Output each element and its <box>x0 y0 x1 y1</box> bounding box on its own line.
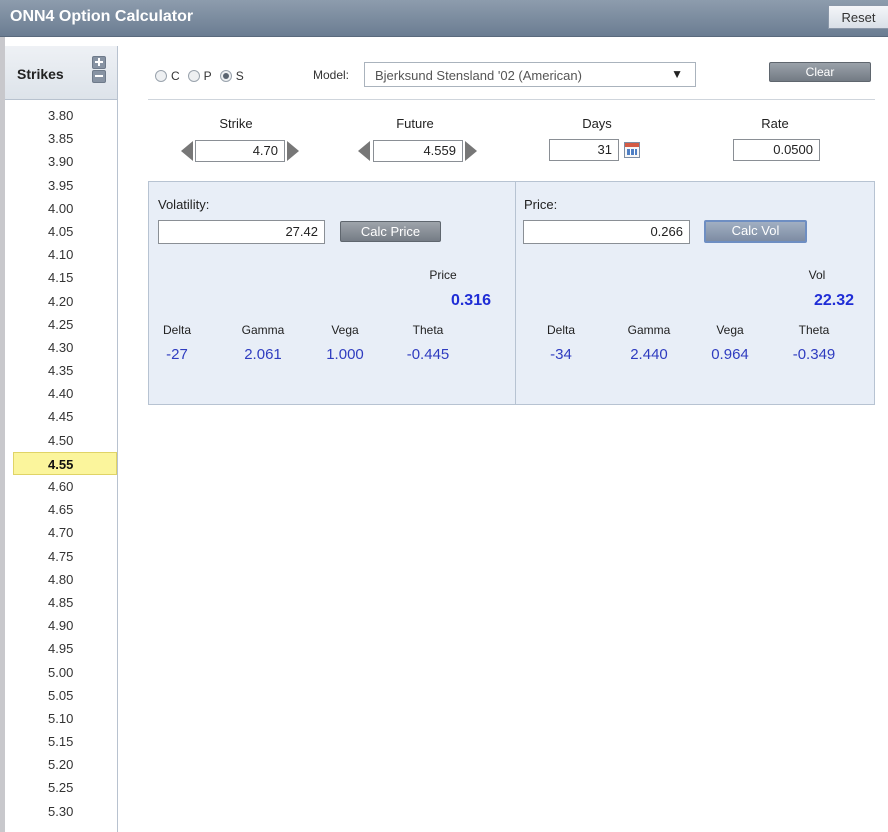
radio-call[interactable] <box>155 70 167 82</box>
strike-row[interactable]: 4.70 <box>5 521 117 544</box>
future-input[interactable]: 4.559 <box>373 140 463 162</box>
days-label: Days <box>582 116 612 131</box>
expand-plus-icon[interactable] <box>92 56 106 69</box>
volatility-label: Volatility: <box>158 197 210 212</box>
price-result-label: Price <box>429 268 457 282</box>
radio-put-label: P <box>203 69 212 83</box>
greek-label-delta: Delta <box>546 323 575 337</box>
future-increment-icon[interactable] <box>465 141 477 161</box>
strike-increment-icon[interactable] <box>287 141 299 161</box>
strike-row[interactable]: 4.00 <box>5 197 117 220</box>
calendar-icon[interactable] <box>624 142 640 158</box>
strike-row[interactable]: 3.95 <box>5 174 117 197</box>
strike-row[interactable]: 4.15 <box>5 266 117 289</box>
strike-row[interactable]: 4.20 <box>5 290 117 313</box>
collapse-minus-icon[interactable] <box>92 70 106 83</box>
strike-decrement-icon[interactable] <box>181 141 193 161</box>
strike-row[interactable]: 5.00 <box>5 661 117 684</box>
strike-row[interactable]: 5.05 <box>5 684 117 707</box>
strike-row[interactable]: 4.50 <box>5 429 117 452</box>
greek-label-gamma: Gamma <box>241 323 285 337</box>
strike-row[interactable]: 4.05 <box>5 220 117 243</box>
strikes-title: Strikes <box>17 66 64 82</box>
price-input[interactable]: 0.266 <box>523 220 690 244</box>
panel-divider <box>515 182 516 404</box>
strike-row[interactable]: 5.25 <box>5 776 117 799</box>
future-decrement-icon[interactable] <box>358 141 370 161</box>
strike-input[interactable]: 4.70 <box>195 140 285 162</box>
calc-price-button[interactable]: Calc Price <box>340 221 441 242</box>
price-result-value: 0.316 <box>450 292 491 309</box>
vol-result-value: 22.32 <box>813 292 854 309</box>
strike-row[interactable]: 4.60 <box>5 475 117 498</box>
rate-label: Rate <box>761 116 789 131</box>
strikes-header: Strikes <box>5 46 117 100</box>
rate-input[interactable]: 0.0500 <box>733 139 820 161</box>
strikes-panel: Strikes 3.80 3.85 3.90 3.95 4.00 4.05 4.10 4.15… <box>5 46 118 832</box>
model-label: Model: <box>313 68 350 82</box>
strike-row[interactable]: 4.30 <box>5 336 117 359</box>
greek-value-gamma: 2.061 <box>244 346 282 363</box>
radio-call-label: C <box>171 69 180 83</box>
strikes-list: 3.80 3.85 3.90 3.95 4.00 4.05 4.10 4.15 4.20 4.25… <box>5 104 117 823</box>
model-select[interactable]: Bjerksund Stensland '02 (American) ▼ <box>364 62 696 87</box>
greek-label-delta: Delta <box>162 323 191 337</box>
greek-value-vega: 1.000 <box>326 346 364 363</box>
future-label: Future <box>396 116 434 131</box>
strike-row[interactable]: 5.10 <box>5 707 117 730</box>
greek-value-delta: -34 <box>550 346 572 363</box>
strike-row[interactable]: 5.15 <box>5 730 117 753</box>
greek-value-theta: -0.349 <box>792 346 836 363</box>
greek-label-theta: Theta <box>412 323 444 337</box>
dropdown-arrow-icon: ▼ <box>671 67 683 81</box>
strike-row[interactable]: 4.65 <box>5 498 117 521</box>
days-input[interactable]: 31 <box>549 139 619 161</box>
strike-row[interactable]: 3.85 <box>5 127 117 150</box>
greek-label-vega: Vega <box>716 323 744 337</box>
strike-row[interactable]: 4.90 <box>5 614 117 637</box>
strike-row[interactable]: 4.25 <box>5 313 117 336</box>
strike-row[interactable]: 3.90 <box>5 150 117 173</box>
divider <box>148 99 875 100</box>
radio-put[interactable] <box>187 70 200 82</box>
greek-label-theta: Theta <box>798 323 830 337</box>
radio-straddle[interactable] <box>219 70 232 82</box>
greek-label-vega: Vega <box>331 323 359 337</box>
calc-vol-button[interactable]: Calc Vol <box>704 220 807 243</box>
strike-row[interactable]: 3.80 <box>5 104 117 127</box>
reset-button[interactable]: Reset <box>828 5 888 29</box>
strike-row[interactable]: 4.75 <box>5 545 117 568</box>
title-bar: ONN4 Option Calculator Reset <box>0 0 888 37</box>
strike-row[interactable]: 4.35 <box>5 359 117 382</box>
greek-label-gamma: Gamma <box>627 323 671 337</box>
strike-row[interactable]: 4.85 <box>5 591 117 614</box>
strike-row[interactable]: 4.80 <box>5 568 117 591</box>
app-title: ONN4 Option Calculator <box>10 8 194 25</box>
clear-button[interactable]: Clear <box>769 62 871 82</box>
greek-value-vega: 0.964 <box>711 346 749 363</box>
greek-value-delta: -27 <box>166 346 188 363</box>
strike-row[interactable]: 4.95 <box>5 637 117 660</box>
price-label: Price: <box>524 197 558 212</box>
model-select-value: Bjerksund Stensland '02 (American) <box>375 68 582 83</box>
strike-row[interactable]: 5.20 <box>5 753 117 776</box>
greek-value-gamma: 2.440 <box>630 346 668 363</box>
strike-row[interactable]: 4.10 <box>5 243 117 266</box>
radio-straddle-label: S <box>235 69 244 83</box>
strike-row[interactable]: 4.45 <box>5 405 117 428</box>
vol-result-label: Vol <box>808 268 826 282</box>
option-type-radio-group: C P S <box>155 66 252 86</box>
strike-row[interactable]: 5.30 <box>5 800 117 823</box>
greek-value-theta: -0.445 <box>406 346 450 363</box>
strike-row-selected[interactable]: 4.55 <box>13 451 117 475</box>
strike-row[interactable]: 4.40 <box>5 382 117 405</box>
strike-label: Strike <box>219 116 253 131</box>
volatility-input[interactable]: 27.42 <box>158 220 325 244</box>
calc-panel: Volatility: 27.42 Calc Price Price 0.316… <box>148 181 875 405</box>
